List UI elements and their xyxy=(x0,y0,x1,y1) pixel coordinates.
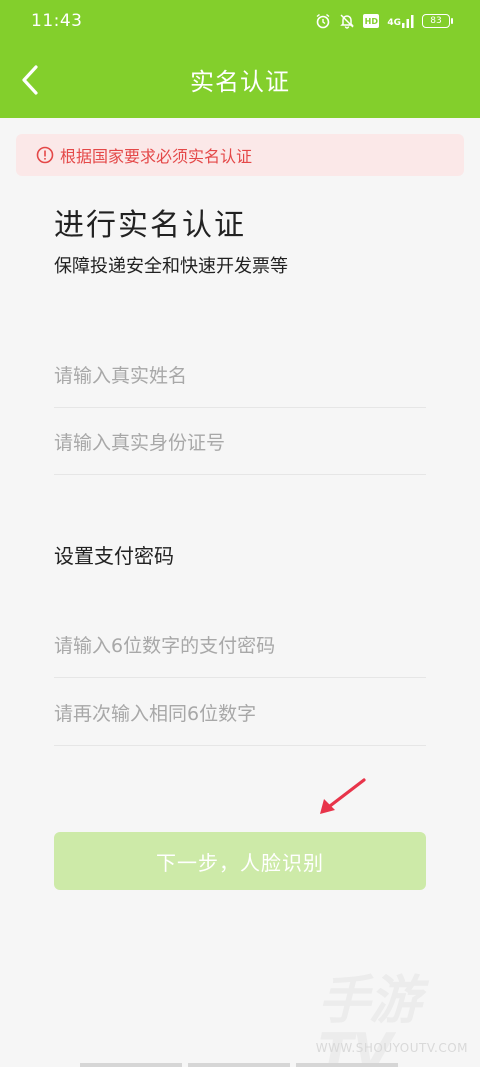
gesture-bar-center xyxy=(188,1063,290,1067)
app-header: 11:43 HD 4G 83 实名认证 xyxy=(0,0,480,118)
gesture-bar-right xyxy=(296,1063,398,1067)
confirm-password-input[interactable] xyxy=(54,678,426,745)
name-field xyxy=(54,340,426,408)
real-name-input[interactable] xyxy=(54,340,426,407)
confirm-password-field xyxy=(54,678,426,746)
hd-badge: HD xyxy=(363,14,380,28)
page-title: 实名认证 xyxy=(190,68,290,96)
notice-text: 根据国家要求必须实名认证 xyxy=(60,147,253,166)
payment-password-heading: 设置支付密码 xyxy=(54,544,174,568)
status-icons: HD 4G 83 xyxy=(315,10,453,32)
payment-password-input[interactable] xyxy=(54,610,426,677)
section-subtitle: 保障投递安全和快速开发票等 xyxy=(54,256,288,277)
id-number-input[interactable] xyxy=(54,407,426,474)
watermark-url: WWW.SHOUYOUTV.COM xyxy=(315,1041,468,1055)
signal-icon xyxy=(402,15,414,28)
network-label: 4G xyxy=(387,18,401,28)
exclamation-circle-icon xyxy=(36,146,54,164)
section-heading: 进行实名认证 xyxy=(54,208,246,243)
verification-notice: 根据国家要求必须实名认证 xyxy=(16,134,464,176)
watermark: 手游TV WWW.SHOUYOUTV.COM xyxy=(315,975,478,1067)
bell-off-icon xyxy=(340,14,355,29)
alarm-icon xyxy=(316,13,330,29)
status-time: 11:43 xyxy=(31,11,83,31)
battery-indicator: 83 xyxy=(422,14,453,28)
id-field xyxy=(54,407,426,475)
battery-level: 83 xyxy=(430,16,442,26)
status-bar: 11:43 HD 4G 83 xyxy=(0,0,480,44)
arrow-icon xyxy=(320,778,366,814)
gesture-bar-left xyxy=(80,1063,182,1067)
password-field xyxy=(54,610,426,678)
network-indicator: 4G xyxy=(387,14,414,28)
next-face-recognition-button[interactable]: 下一步，人脸识别 xyxy=(54,832,426,890)
